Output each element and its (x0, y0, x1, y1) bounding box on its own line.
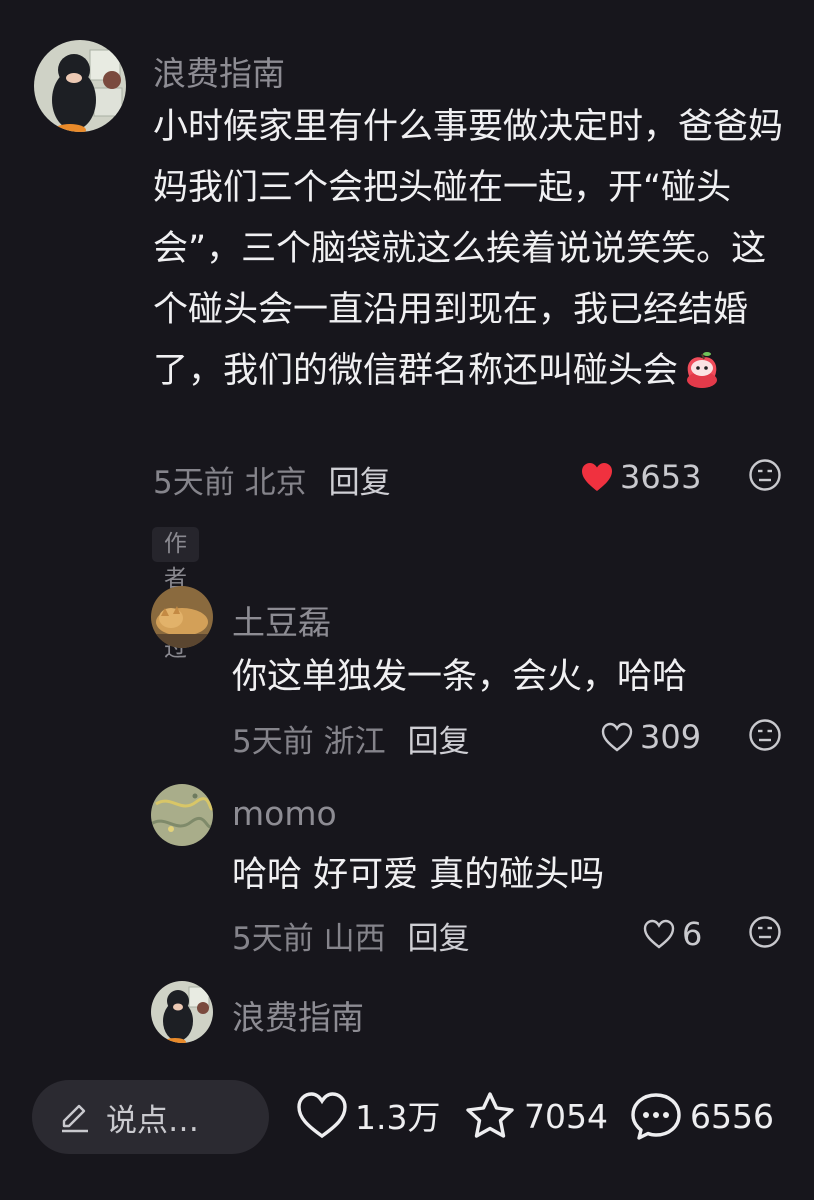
reply-meta: 5天前 浙江 回复 (232, 716, 470, 761)
comment-action-button[interactable]: 6556 (628, 1090, 774, 1142)
avatar[interactable] (34, 40, 126, 132)
username[interactable]: 浪费指南 (232, 991, 364, 1039)
input-placeholder: 说点… (106, 1102, 199, 1139)
avatar[interactable] (151, 586, 213, 648)
heart-outline-icon (601, 722, 633, 752)
username[interactable]: momo (232, 794, 337, 833)
reply-button[interactable]: 回复 (408, 724, 470, 760)
avatar[interactable] (151, 981, 213, 1043)
emoji-react-icon[interactable] (748, 458, 782, 492)
reply-button[interactable]: 回复 (329, 465, 391, 501)
favorite-total: 7054 (524, 1096, 608, 1136)
like-count: 309 (640, 718, 702, 756)
heart-filled-icon (582, 463, 612, 491)
emoji-react-icon[interactable] (748, 718, 782, 752)
reply-text: 哈哈 好可爱 真的碰头吗 (232, 855, 605, 895)
favorite-action-button[interactable]: 7054 (462, 1090, 608, 1142)
like-total: 1.3万 (355, 1098, 441, 1137)
username[interactable]: 浪费指南 (153, 47, 285, 95)
like-action-button[interactable]: 1.3万 (295, 1090, 440, 1140)
time-location: 5天前 山西 (232, 921, 386, 957)
comment-input[interactable]: 说点… (32, 1080, 269, 1154)
speech-bubble-icon (631, 1093, 681, 1140)
like-button[interactable]: 6 (642, 915, 702, 953)
username[interactable]: 土豆磊 (232, 596, 331, 644)
emoji-react-icon[interactable] (748, 915, 782, 949)
like-count: 6 (682, 915, 703, 953)
like-button[interactable]: 309 (600, 718, 701, 756)
time-location: 5天前 北京 (153, 465, 307, 501)
like-count: 3653 (620, 458, 702, 496)
like-button[interactable]: 3653 (580, 458, 701, 496)
comment-meta: 5天前 北京 回复 (153, 457, 391, 502)
comment-text: 小时候家里有什么事要做决定时，爸爸妈妈我们三个会把头碰在一起，开“碰头会”，三个… (153, 97, 785, 402)
reply-button[interactable]: 回复 (408, 921, 470, 957)
heart-outline-icon (297, 1092, 347, 1139)
comment-text-content: 小时候家里有什么事要做决定时，爸爸妈妈我们三个会把头碰在一起，开“碰头会”，三个… (153, 107, 784, 391)
time-location: 5天前 浙江 (232, 724, 386, 760)
bottom-bar: 说点… 1.3万 7054 6556 (0, 1057, 814, 1200)
heart-outline-icon (643, 919, 675, 949)
avatar[interactable] (151, 784, 213, 846)
pencil-icon (62, 1104, 88, 1133)
reply-text: 你这单独发一条，会火，哈哈 (232, 657, 688, 697)
reply-meta: 5天前 山西 回复 (232, 913, 470, 958)
comment-total: 6556 (690, 1096, 774, 1136)
author-liked-badge: 作者赞过 (152, 527, 199, 662)
star-outline-icon (466, 1092, 514, 1138)
apple-mascot-emoji-icon (680, 350, 724, 394)
